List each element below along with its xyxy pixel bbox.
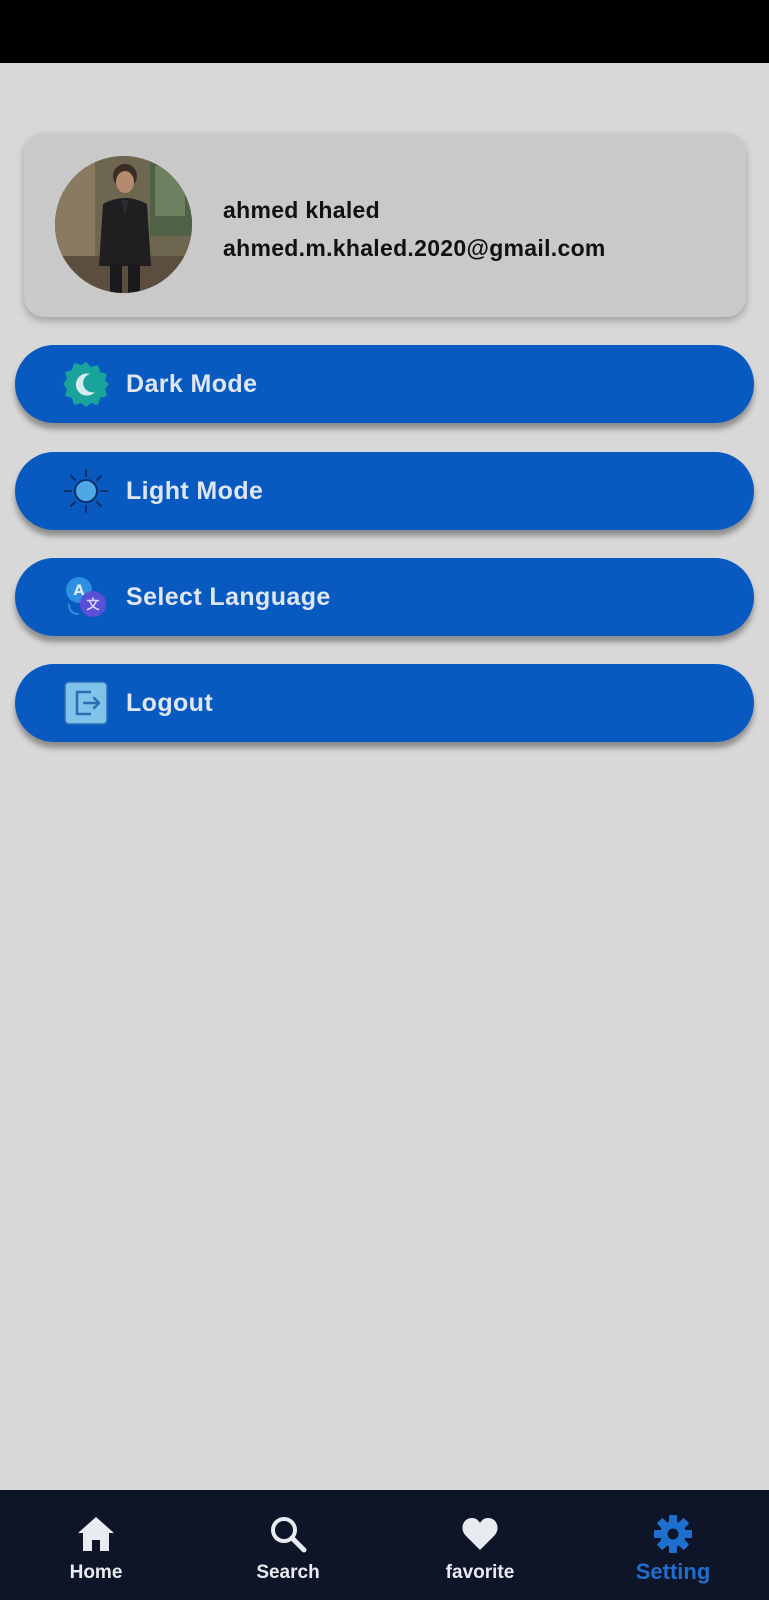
svg-text:文: 文	[86, 597, 100, 613]
gear-icon	[653, 1514, 693, 1554]
bottom-navigation: Home Search favorite Setting	[0, 1490, 769, 1600]
select-language-button[interactable]: A 文 Select Language	[15, 558, 754, 636]
status-bar	[0, 0, 769, 63]
avatar	[55, 156, 192, 293]
nav-label-favorite: favorite	[445, 1562, 515, 1583]
nav-label-home: Home	[69, 1562, 123, 1583]
logout-icon	[63, 680, 109, 726]
logout-label: Logout	[126, 689, 214, 717]
select-language-label: Select Language	[126, 583, 331, 611]
nav-item-favorite[interactable]: favorite	[384, 1490, 576, 1600]
nav-item-home[interactable]: Home	[0, 1490, 192, 1600]
nav-item-setting[interactable]: Setting	[577, 1490, 769, 1600]
moon-badge-icon	[63, 361, 109, 407]
profile-email: ahmed.m.khaled.2020@gmail.com	[223, 235, 606, 261]
nav-item-search[interactable]: Search	[192, 1490, 384, 1600]
settings-screen: ahmed khaled ahmed.m.khaled.2020@gmail.c…	[0, 63, 769, 1490]
search-icon	[268, 1514, 308, 1554]
translate-icon: A 文	[63, 574, 109, 620]
dark-mode-button[interactable]: Dark Mode	[15, 345, 754, 423]
dark-mode-label: Dark Mode	[126, 370, 258, 398]
light-mode-button[interactable]: Light Mode	[15, 452, 754, 530]
nav-label-search: Search	[256, 1562, 320, 1583]
logout-button[interactable]: Logout	[15, 664, 754, 742]
sun-icon	[63, 468, 109, 514]
heart-icon	[460, 1514, 500, 1554]
profile-name: ahmed khaled	[223, 197, 380, 223]
profile-card: ahmed khaled ahmed.m.khaled.2020@gmail.c…	[24, 133, 746, 317]
light-mode-label: Light Mode	[126, 477, 264, 505]
home-icon	[76, 1514, 116, 1554]
nav-label-setting: Setting	[635, 1559, 711, 1584]
